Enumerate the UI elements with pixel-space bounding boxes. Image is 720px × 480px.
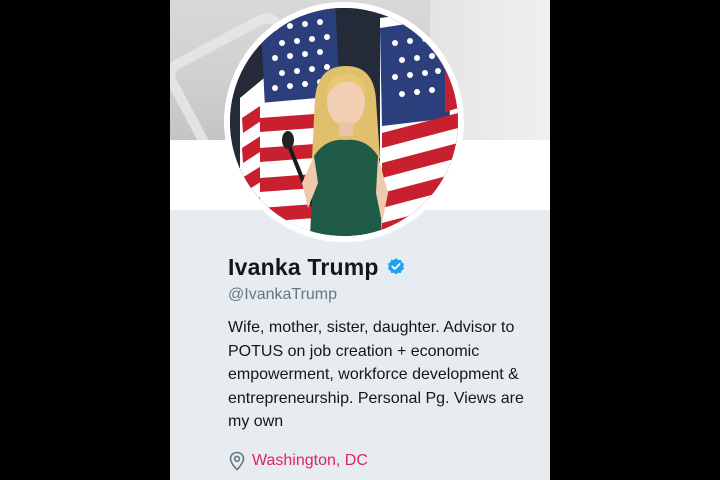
profile-info: Ivanka Trump @IvankaTrump Wife, mother, … (228, 252, 538, 471)
profile-card: Ivanka Trump @IvankaTrump Wife, mother, … (170, 0, 550, 480)
profile-name[interactable]: Ivanka Trump (228, 254, 379, 281)
avatar[interactable] (230, 8, 458, 236)
location-pin-icon (229, 451, 245, 471)
location-row: Washington, DC (228, 451, 538, 471)
name-row: Ivanka Trump (228, 252, 538, 282)
profile-handle[interactable]: @IvankaTrump (228, 286, 538, 304)
profile-bio: Wife, mother, sister, daughter. Advisor … (228, 319, 524, 430)
profile-location-link[interactable]: Washington, DC (252, 452, 368, 470)
verified-badge-icon (386, 257, 406, 277)
avatar-frame[interactable] (224, 2, 464, 242)
avatar-image (230, 8, 458, 236)
